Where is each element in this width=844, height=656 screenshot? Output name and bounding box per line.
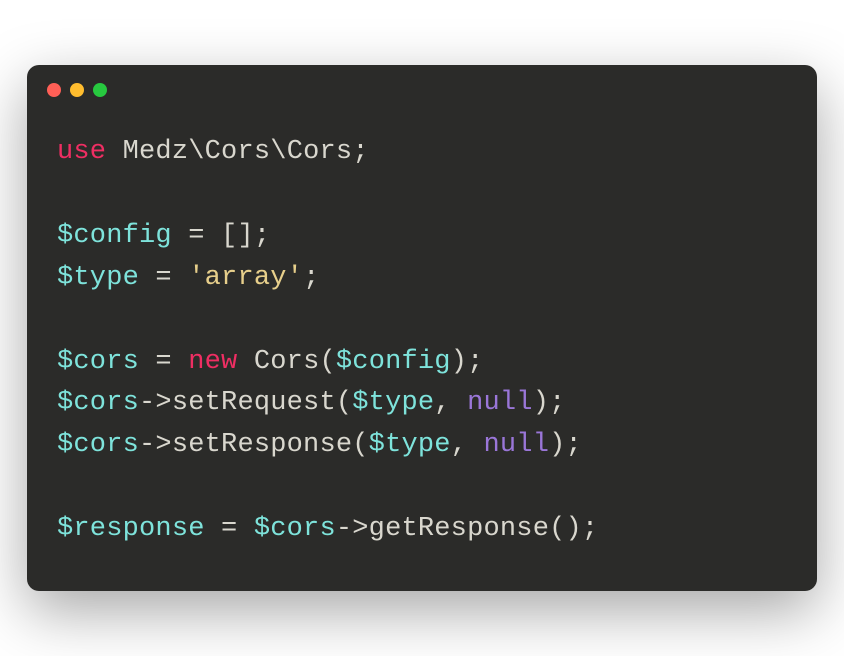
- paren-close: ): [549, 430, 565, 460]
- keyword-use: use: [57, 137, 106, 167]
- comma: ,: [434, 388, 467, 418]
- window-titlebar: [27, 65, 817, 102]
- space: [237, 347, 253, 377]
- null-literal: null: [484, 430, 550, 460]
- null-literal: null: [467, 388, 533, 418]
- variable-type: $type: [352, 388, 434, 418]
- equals: =: [139, 347, 188, 377]
- arrow: ->: [139, 388, 172, 418]
- semi: ;: [549, 388, 565, 418]
- equals: =: [205, 514, 254, 544]
- semi: ;: [352, 137, 368, 167]
- arrow: ->: [336, 514, 369, 544]
- variable-config: $config: [57, 221, 172, 251]
- parens: (): [549, 514, 582, 544]
- variable-cors: $cors: [254, 514, 336, 544]
- variable-config: $config: [336, 347, 451, 377]
- variable-type: $type: [369, 430, 451, 460]
- semi: ;: [254, 221, 270, 251]
- namespace-part: Cors: [287, 137, 353, 167]
- string-literal: 'array': [188, 263, 303, 293]
- method-getresponse: getResponse: [369, 514, 549, 544]
- namespace-part: Cors: [205, 137, 271, 167]
- method-setrequest: setRequest: [172, 388, 336, 418]
- minimize-icon[interactable]: [70, 83, 84, 97]
- semi: ;: [566, 430, 582, 460]
- backslash: \: [270, 137, 286, 167]
- method-setresponse: setResponse: [172, 430, 352, 460]
- equals: =: [172, 221, 221, 251]
- comma: ,: [451, 430, 484, 460]
- semi: ;: [467, 347, 483, 377]
- paren-open: (: [336, 388, 352, 418]
- equals: =: [139, 263, 188, 293]
- variable-cors: $cors: [57, 430, 139, 460]
- variable-cors: $cors: [57, 388, 139, 418]
- semi: ;: [582, 514, 598, 544]
- paren-open: (: [319, 347, 335, 377]
- variable-response: $response: [57, 514, 205, 544]
- paren-close: ): [533, 388, 549, 418]
- paren-open: (: [352, 430, 368, 460]
- code-window: use Medz\Cors\Cors; $config = []; $type …: [27, 65, 817, 590]
- variable-cors: $cors: [57, 347, 139, 377]
- zoom-icon[interactable]: [93, 83, 107, 97]
- code-block: use Medz\Cors\Cors; $config = []; $type …: [27, 102, 817, 590]
- class-name: Cors: [254, 347, 320, 377]
- backslash: \: [188, 137, 204, 167]
- variable-type: $type: [57, 263, 139, 293]
- arrow: ->: [139, 430, 172, 460]
- keyword-new: new: [188, 347, 237, 377]
- brackets: []: [221, 221, 254, 251]
- paren-close: ): [451, 347, 467, 377]
- space: [106, 137, 122, 167]
- semi: ;: [303, 263, 319, 293]
- close-icon[interactable]: [47, 83, 61, 97]
- namespace-part: Medz: [123, 137, 189, 167]
